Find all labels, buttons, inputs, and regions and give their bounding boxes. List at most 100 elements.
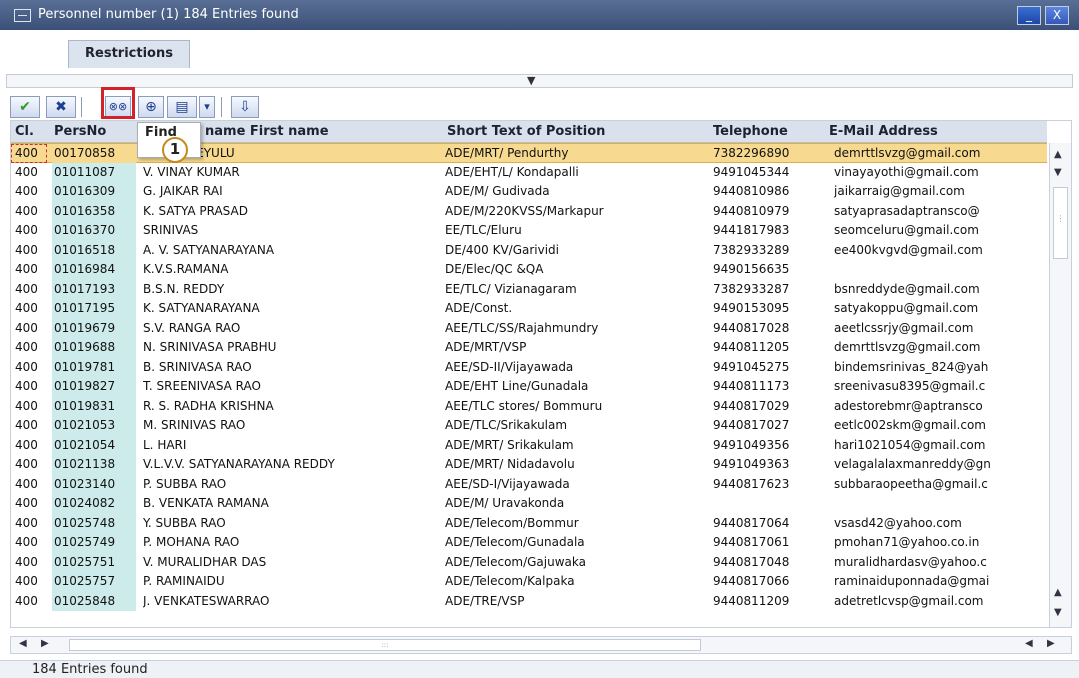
scroll-up-icon[interactable]: ▲ xyxy=(1054,149,1062,160)
cell-email: raminaiduponnada@gmai xyxy=(834,574,990,588)
cell-persno: 01021054 xyxy=(52,435,136,455)
table-row[interactable]: 400 01025757 P. RAMINAIDU ADE/Telecom/Kalpa… xyxy=(11,572,1047,592)
close-button[interactable]: X xyxy=(1045,6,1069,25)
scroll-right-icon[interactable]: ▶ xyxy=(41,638,49,649)
cell-persno: 01025748 xyxy=(52,513,136,533)
table-row[interactable]: 400 01019831 R. S. RADHA KRISHNA AEE/TLC st… xyxy=(11,396,1047,416)
printer-icon: ▤ xyxy=(175,99,189,115)
table-row[interactable]: 400 01025848 J. VENKATESWARRAO ADE/TRE/VSP 9… xyxy=(11,591,1047,611)
tab-restrictions[interactable]: Restrictions xyxy=(68,40,190,68)
table-row[interactable]: 400 01016518 A. V. SATYANARAYANA DE/400 KV/… xyxy=(11,240,1047,260)
column-header-position[interactable]: Short Text of Position xyxy=(447,124,605,139)
table-row[interactable]: 400 01024082 B. VENKATA RAMANA ADE/M/ Urava… xyxy=(11,494,1047,514)
scroll-page-up-icon[interactable]: ▲ xyxy=(1054,587,1062,598)
table-row[interactable]: 400 01019781 B. SRINIVASA RAO AEE/SD-II/Vij… xyxy=(11,357,1047,377)
cell-telephone: 9440817623 xyxy=(713,476,790,491)
table-row[interactable]: 400 01021054 L. HARI ADE/MRT/ Srikakulam 949… xyxy=(11,435,1047,455)
hierarchy-icon: ⇩ xyxy=(239,99,251,115)
cell-position: ADE/Telecom/Kalpaka xyxy=(445,574,575,588)
scroll-down-icon[interactable]: ▼ xyxy=(1054,167,1062,178)
column-header-persno[interactable]: PersNo xyxy=(54,124,106,139)
cell-position: ADE/TRE/VSP xyxy=(445,593,525,608)
cell-email: subbaraopeetha@gmail.c xyxy=(834,476,988,491)
cell-telephone: 9440810986 xyxy=(713,184,790,198)
find-next-button[interactable]: ⊕ xyxy=(138,96,164,118)
continue-button[interactable]: ✔ xyxy=(10,96,40,118)
cell-position: ADE/Telecom/Gajuwaka xyxy=(445,554,586,569)
status-text: 184 Entries found xyxy=(32,662,148,677)
toolbar-separator xyxy=(81,97,82,117)
cell-telephone: 9441817983 xyxy=(713,223,790,237)
cell-position: ADE/MRT/ Srikakulam xyxy=(445,437,574,452)
scroll-right-end-icon[interactable]: ▶ xyxy=(1047,638,1055,649)
cell-telephone: 9490156635 xyxy=(713,262,790,276)
cell-name: P. RAMINAIDU xyxy=(143,574,225,588)
cell-email: hari1021054@gmail.com xyxy=(834,437,986,452)
minimize-button[interactable]: _ xyxy=(1017,6,1041,25)
cell-persno: 01025751 xyxy=(52,552,136,572)
table-row[interactable]: 400 01025748 Y. SUBBA RAO ADE/Telecom/Bommu… xyxy=(11,513,1047,533)
cell-client: 400 xyxy=(15,340,38,354)
table-row[interactable]: 400 01016370 SRINIVAS EE/TLC/Eluru 944181798… xyxy=(11,221,1047,241)
table-row[interactable]: 400 01017193 B.S.N. REDDY EE/TLC/ Vizianaga… xyxy=(11,279,1047,299)
scroll-page-down-icon[interactable]: ▼ xyxy=(1054,607,1062,618)
column-header-cl[interactable]: Cl. xyxy=(15,124,34,139)
table-row[interactable]: 400 01019688 N. SRINIVASA PRABHU ADE/MRT/VS… xyxy=(11,338,1047,358)
cell-persno: 01019679 xyxy=(52,318,136,338)
hierarchy-button[interactable]: ⇩ xyxy=(231,96,259,118)
column-header-email[interactable]: E-Mail Address xyxy=(829,124,938,139)
cell-persno: 01023140 xyxy=(52,474,136,494)
collapse-arrow-icon[interactable]: ▼ xyxy=(527,75,535,87)
cell-client: 400 xyxy=(15,437,38,452)
horizontal-scrollbar[interactable]: ◀ ▶ ::: ◀ ▶ xyxy=(10,636,1072,654)
cell-client: 400 xyxy=(15,164,38,179)
cell-name: V. VINAY KUMAR xyxy=(143,164,240,179)
vertical-scrollbar[interactable]: ▲ ▼ ⋮ ▲ ▼ xyxy=(1049,143,1071,627)
cell-persno: 01021053 xyxy=(52,416,136,436)
cell-email: demrttlsvzg@gmail.com xyxy=(834,146,981,160)
table-row[interactable]: 400 01019679 S.V. RANGA RAO AEE/TLC/SS/Raja… xyxy=(11,318,1047,338)
column-header-telephone[interactable]: Telephone xyxy=(713,124,788,139)
cell-position: AEE/SD-I/Vijayawada xyxy=(445,476,570,491)
collapse-bar[interactable]: ▼ xyxy=(6,74,1073,88)
table-row[interactable]: 400 01025751 V. MURALIDHAR DAS ADE/Telecom/… xyxy=(11,552,1047,572)
cell-telephone: 9440817066 xyxy=(713,574,790,588)
table-row[interactable]: 400 01017195 K. SATYANARAYANA ADE/Const. 949… xyxy=(11,299,1047,319)
cell-client: 400 xyxy=(15,223,38,237)
cell-client: 400 xyxy=(15,554,38,569)
cell-persno: 01017195 xyxy=(52,299,136,319)
print-button[interactable]: ▤ xyxy=(167,96,197,118)
cell-client: 400 xyxy=(15,574,38,588)
table-row[interactable]: 400 01011087 V. VINAY KUMAR ADE/EHT/L/ Kond… xyxy=(11,162,1047,182)
table-row[interactable]: 400 01021053 M. SRINIVAS RAO ADE/TLC/Srikak… xyxy=(11,416,1047,436)
cell-telephone: 9440817048 xyxy=(713,554,790,569)
horizontal-scrollbar-thumb[interactable]: ::: xyxy=(69,639,701,651)
scroll-left-icon[interactable]: ◀ xyxy=(19,638,27,649)
table-row[interactable]: 400 01023140 P. SUBBA RAO AEE/SD-I/Vijayawa… xyxy=(11,474,1047,494)
table-row[interactable]: 400 01025749 P. MOHANA RAO ADE/Telecom/Guna… xyxy=(11,533,1047,553)
cell-email: jaikarraig@gmail.com xyxy=(834,184,965,198)
cell-telephone: 9440817064 xyxy=(713,515,790,530)
cell-persno: 01025757 xyxy=(52,572,136,592)
cell-client: 400 xyxy=(15,184,38,198)
cell-position: ADE/MRT/ Nidadavolu xyxy=(445,457,575,471)
dropdown-button[interactable]: ▾ xyxy=(199,96,215,118)
cancel-button[interactable]: ✖ xyxy=(46,96,76,118)
dropdown-icon: ▾ xyxy=(204,100,210,113)
scroll-left-end-icon[interactable]: ◀ xyxy=(1025,638,1033,649)
cell-name: P. MOHANA RAO xyxy=(143,535,240,549)
column-header-name[interactable]: name First name xyxy=(205,124,329,139)
cell-persno: 01021138 xyxy=(52,455,136,475)
table-row[interactable]: 400 01016984 K.V.S.RAMANA DE/Elec/QC &QA 949… xyxy=(11,260,1047,280)
cell-position: AEE/SD-II/Vijayawada xyxy=(445,359,574,374)
cell-persno: 01025848 xyxy=(52,591,136,611)
table-row[interactable]: 400 01021138 V.L.V.V. SATYANARAYANA REDDY A… xyxy=(11,455,1047,475)
table-row[interactable]: 400 01016309 G. JAIKAR RAI ADE/M/ Gudivada 9… xyxy=(11,182,1047,202)
table-row[interactable]: 400 01019827 T. SREENIVASA RAO ADE/EHT Line… xyxy=(11,377,1047,397)
table-row[interactable]: 400 01016358 K. SATYA PRASAD ADE/M/220KVSS/… xyxy=(11,201,1047,221)
scrollbar-thumb[interactable]: ⋮ xyxy=(1053,187,1068,259)
toolbar: ✔ ✖ ⊗⊗ ⊕ ▤ ▾ ⇩ xyxy=(10,94,1070,120)
cell-name: B. VENKATA RAMANA xyxy=(143,496,269,510)
cell-email: satyaprasadaptransco@ xyxy=(834,203,980,218)
cell-telephone: 9440817061 xyxy=(713,535,790,549)
